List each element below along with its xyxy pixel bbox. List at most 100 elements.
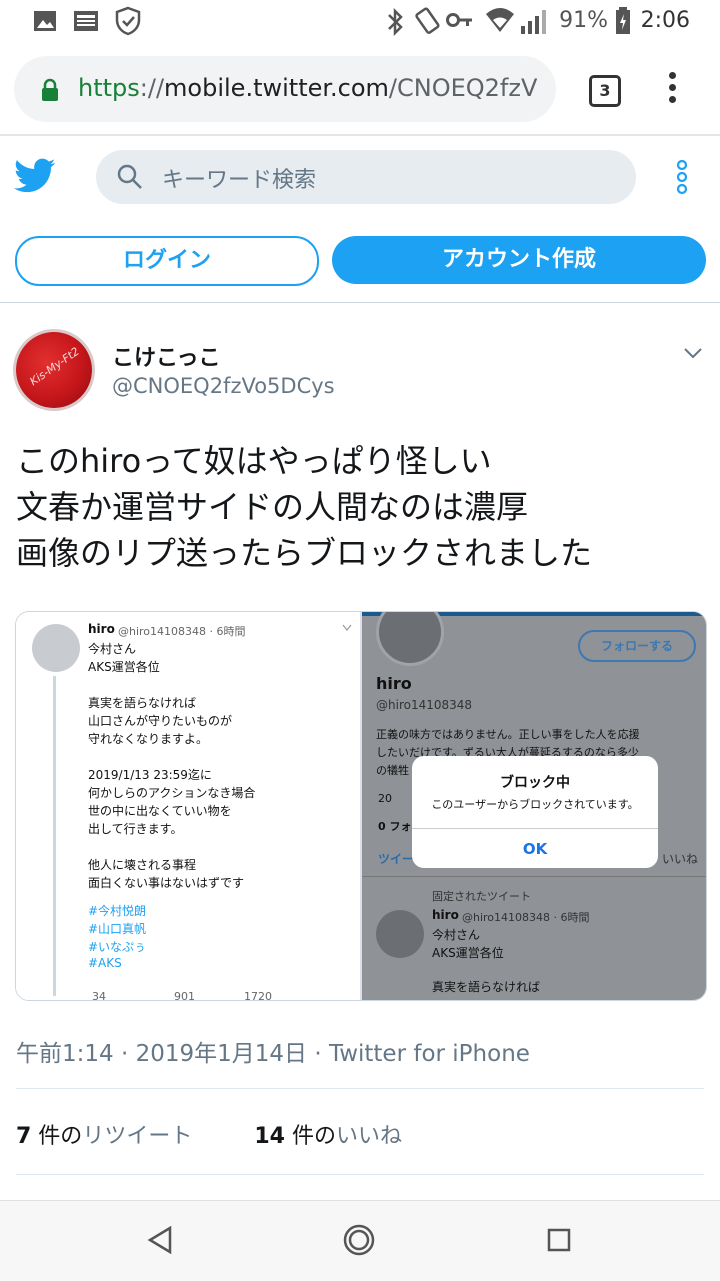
login-button[interactable]: ログイン [15, 236, 319, 286]
tweet-stats: 7 件のリツイート 14 件のいいね [16, 1118, 402, 1150]
tweet-text-line: 文春か運営サイドの人間なのは濃厚 [16, 488, 529, 526]
recents-icon[interactable] [546, 1227, 572, 1253]
search-icon [117, 164, 142, 189]
avatar[interactable]: Kis-My-Ft2 [16, 332, 92, 408]
media-reply-count: 34 [92, 990, 106, 1001]
retweet-label[interactable]: リツイート [82, 1124, 192, 1149]
header-divider [0, 302, 720, 303]
wifi-icon [486, 8, 514, 32]
media-line: 真実を語らなければ [88, 696, 197, 710]
media-tweet-name: hiro [88, 622, 115, 636]
media-joined-date: 20 [378, 792, 392, 805]
media-line: 出して行きます。 [88, 822, 183, 836]
search-input[interactable]: キーワード検索 [96, 150, 636, 204]
url-scheme: https [78, 74, 140, 102]
url-text[interactable]: https://mobile.twitter.com/CNOEQ2fzV [78, 74, 548, 102]
tab-switcher-button[interactable]: 3 [589, 75, 621, 107]
media-line: 山口さんが守りたいものが [88, 714, 233, 728]
browser-divider [0, 134, 720, 136]
media-profile-handle: @hiro14108348 [376, 698, 473, 712]
photo-icon [34, 11, 56, 31]
url-domain: mobile.twitter.com [164, 74, 389, 102]
media-left-panel: hiro @hiro14108348 · 6時間 今村さん AKS運営各位 真実… [16, 612, 362, 1000]
news-icon [74, 11, 98, 31]
media-pinned-line: 真実を語らなければ [432, 980, 541, 994]
signal-icon [521, 10, 546, 34]
media-hashtag: #AKS [88, 956, 122, 970]
media-line: 面白くない事はないはずです [88, 876, 245, 890]
media-profile-bio: の犠牲 [376, 764, 409, 777]
media-line: 2019/1/13 23:59迄に [88, 768, 212, 782]
media-pinned-name: hiro [432, 908, 459, 922]
url-bar[interactable]: https://mobile.twitter.com/CNOEQ2fzV [14, 56, 556, 122]
divider [16, 1174, 704, 1175]
menu-dot [668, 84, 676, 91]
media-like-count: 1720 [244, 990, 272, 1001]
media-hashtag: #今村悦朗 [88, 904, 147, 918]
media-pinned-meta: @hiro14108348 · 6時間 [462, 911, 590, 924]
tweet-text-line: このhiroって奴はやっぱり怪しい [16, 442, 492, 480]
dialog-message: このユーザーからブロックされています。 [431, 798, 639, 811]
battery-icon [616, 7, 630, 34]
media-likes-tab: いいね [662, 852, 699, 866]
media-profile-avatar [376, 612, 444, 666]
more-options-icon[interactable] [670, 158, 694, 196]
media-pinned-line: 今村さん [432, 928, 481, 942]
media-hashtag: #山口真帆 [88, 922, 147, 936]
media-avatar [32, 624, 80, 672]
media-tweets-tab: ツイー [378, 852, 415, 866]
home-icon[interactable] [342, 1223, 376, 1257]
display-name[interactable]: こけこっこ [112, 340, 220, 372]
user-handle[interactable]: @CNOEQ2fzVo5DCys [112, 374, 335, 398]
media-follow-stats: 0 フォ [378, 820, 412, 833]
clock: 2:06 [640, 8, 690, 33]
media-tweet-meta: @hiro14108348 · 6時間 [118, 625, 246, 638]
chevron-down-icon[interactable] [684, 344, 702, 362]
signup-button[interactable]: アカウント作成 [332, 236, 706, 284]
media-right-panel: フォローする hiro @hiro14108348 正義の味方ではありません。正… [362, 612, 706, 1000]
lock-icon [42, 78, 58, 101]
media-line [88, 838, 255, 856]
bluetooth-icon [388, 8, 403, 36]
media-line: 守れなくなりますよ。 [88, 732, 209, 746]
like-count[interactable]: 14 [254, 1124, 285, 1149]
media-small-avatar [376, 910, 424, 958]
media-line: 今村さん [88, 642, 137, 656]
media-line: 何かしらのアクションなき場合 [88, 786, 256, 800]
divider [16, 1088, 704, 1089]
like-label[interactable]: いいね [336, 1124, 402, 1149]
media-line [88, 748, 255, 766]
system-nav-bar [0, 1200, 720, 1281]
media-line: 他人に壊される事程 [88, 858, 197, 872]
media-follow-button: フォローする [578, 630, 696, 662]
media-spacer [88, 892, 255, 902]
dialog-ok-button: OK [522, 840, 548, 858]
vibrate-icon [415, 7, 440, 34]
back-icon[interactable] [146, 1225, 174, 1255]
tweet-media-image[interactable]: hiro @hiro14108348 · 6時間 今村さん AKS運営各位 真実… [15, 611, 707, 1001]
media-tab-divider [362, 876, 706, 877]
status-bar: 91% 2:06 [0, 0, 720, 44]
like-label-prefix: 件の [284, 1124, 336, 1149]
tweet-timestamp[interactable]: 午前1:14 · 2019年1月14日 · Twitter for iPhone [16, 1034, 530, 1068]
media-retweet-count: 901 [174, 990, 195, 1001]
media-line [88, 676, 255, 694]
media-hashtag: #いなぷぅ [88, 940, 147, 954]
media-line: AKS運営各位 [88, 660, 160, 674]
browser-menu-button[interactable] [662, 72, 682, 108]
battery-percent: 91% [559, 8, 608, 33]
retweet-count[interactable]: 7 [16, 1124, 31, 1149]
tweet-text-line: 画像のリプ送ったらブロックされました [16, 534, 593, 572]
media-pinned-line: AKS運営各位 [432, 946, 504, 960]
menu-dot [668, 96, 676, 103]
media-line: 世の中に出なくていい物を [88, 804, 232, 818]
block-dialog: ブロック中 このユーザーからブロックされています。 OK [412, 756, 658, 868]
key-icon [446, 13, 472, 27]
media-tweet-body: 今村さん AKS運営各位 真実を語らなければ 山口さんが守りたいものが 守れなく… [88, 640, 255, 974]
media-profile-name: hiro [376, 674, 412, 693]
twitter-logo-icon[interactable] [14, 158, 56, 194]
dialog-title: ブロック中 [500, 775, 570, 791]
shield-icon [115, 6, 141, 36]
dialog-divider [412, 828, 658, 829]
menu-dot [668, 72, 676, 79]
